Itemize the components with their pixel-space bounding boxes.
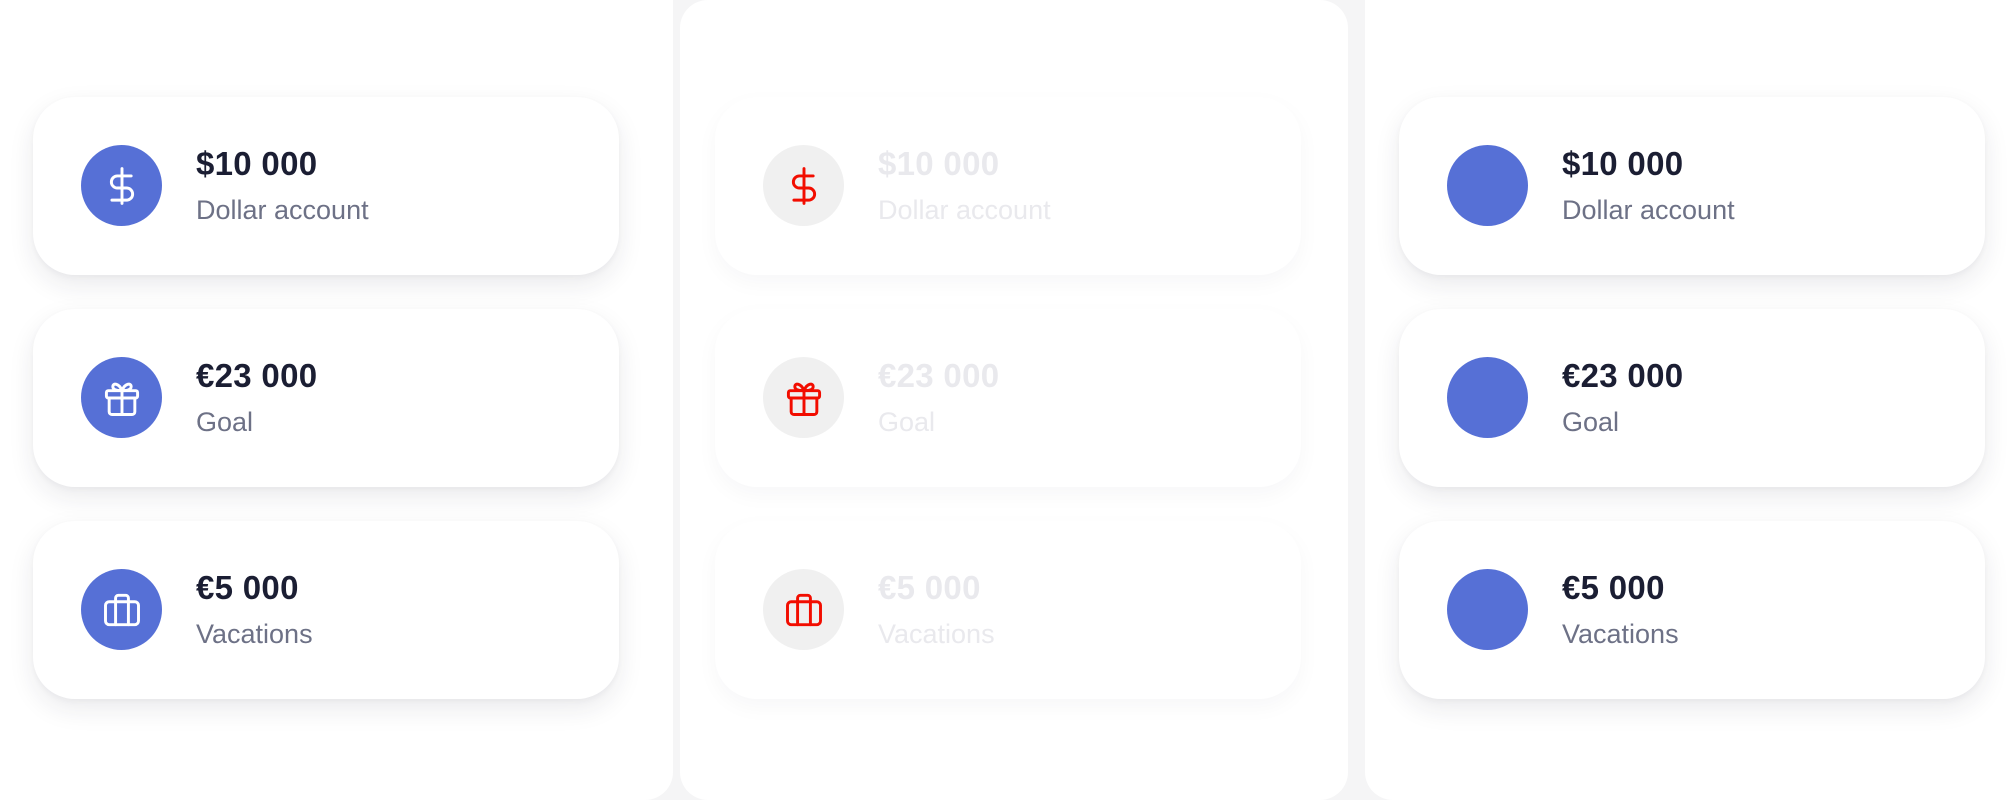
account-amount: $10 000 <box>878 145 1000 182</box>
account-amount: €5 000 <box>196 569 299 606</box>
account-card-vacations[interactable]: €5 000 Vacations <box>715 521 1301 699</box>
blank-icon <box>1447 569 1528 650</box>
dollar-icon <box>763 145 844 226</box>
account-card-vacations[interactable]: €5 000 Vacations <box>1399 521 1985 699</box>
account-label: Dollar account <box>196 195 369 225</box>
account-amount: €23 000 <box>878 357 1000 394</box>
account-amount: €23 000 <box>196 357 318 394</box>
account-card-dollar[interactable]: $10 000 Dollar account <box>1399 97 1985 275</box>
account-label: Vacations <box>1562 619 1679 649</box>
briefcase-icon <box>763 569 844 650</box>
account-amount: €5 000 <box>878 569 981 606</box>
account-card-goal[interactable]: €23 000 Goal <box>1399 309 1985 487</box>
briefcase-icon <box>81 569 162 650</box>
account-amount: €23 000 <box>1562 357 1684 394</box>
account-label: Goal <box>1562 407 1620 437</box>
account-card-goal[interactable]: €23 000 Goal <box>33 309 619 487</box>
gift-icon <box>763 357 844 438</box>
variant-panel-faded: $10 000 Dollar account €23 000 Goal €5 0… <box>680 0 1348 800</box>
variant-panel-filled: $10 000 Dollar account €23 000 Goal €5 0… <box>0 0 673 800</box>
account-label: Goal <box>196 407 254 437</box>
blank-icon <box>1447 145 1528 226</box>
account-label: Vacations <box>196 619 313 649</box>
account-card-goal[interactable]: €23 000 Goal <box>715 309 1301 487</box>
account-card-dollar[interactable]: $10 000 Dollar account <box>33 97 619 275</box>
account-amount: $10 000 <box>1562 145 1684 182</box>
account-label: Dollar account <box>878 195 1051 225</box>
account-label: Dollar account <box>1562 195 1735 225</box>
account-label: Goal <box>878 407 936 437</box>
blank-icon <box>1447 357 1528 438</box>
variant-panel-blank: $10 000 Dollar account €23 000 Goal €5 0… <box>1365 0 2016 800</box>
account-label: Vacations <box>878 619 995 649</box>
account-amount: $10 000 <box>196 145 318 182</box>
gift-icon <box>81 357 162 438</box>
account-amount: €5 000 <box>1562 569 1665 606</box>
account-card-dollar[interactable]: $10 000 Dollar account <box>715 97 1301 275</box>
account-card-vacations[interactable]: €5 000 Vacations <box>33 521 619 699</box>
dollar-icon <box>81 145 162 226</box>
